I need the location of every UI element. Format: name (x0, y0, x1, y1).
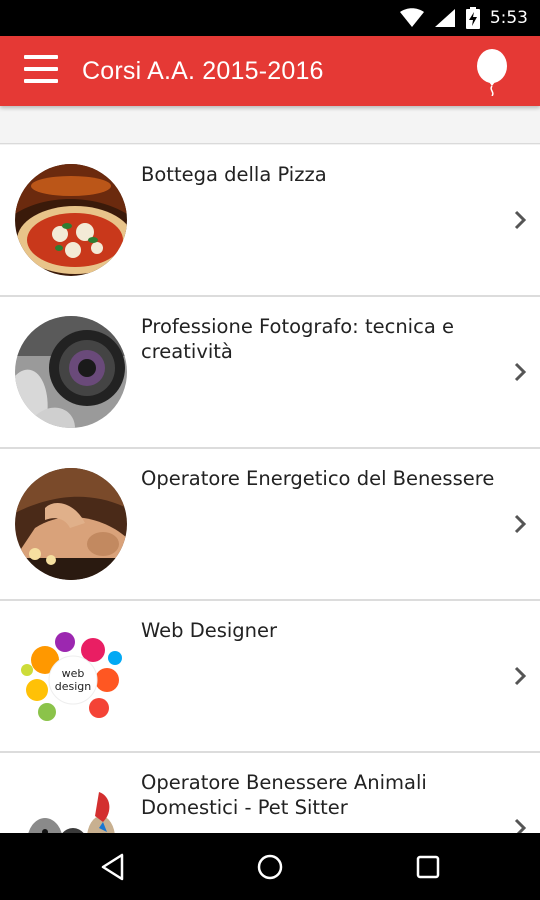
camera-thumbnail (15, 316, 127, 428)
status-icons: 5:53 (399, 0, 528, 36)
course-title: Operatore Benessere Animali Domestici - … (141, 771, 427, 819)
web-design-text-line2: design (55, 680, 92, 693)
balloon-icon[interactable] (474, 48, 510, 96)
navigation-bar (0, 833, 540, 900)
wifi-icon (399, 8, 424, 27)
list-item[interactable]: Operatore Energetico del Benessere (0, 449, 540, 601)
chevron-right-icon (514, 210, 527, 230)
course-title: Operatore Energetico del Benessere (141, 467, 495, 490)
signal-icon (434, 9, 455, 27)
chevron-right-icon (514, 362, 527, 382)
course-title: Professione Fotografo: tecnica e creativ… (141, 315, 454, 363)
web-design-thumbnail: web design (15, 620, 127, 732)
chevron-right-icon (514, 818, 527, 833)
status-bar: 5:53 (0, 0, 540, 36)
course-list: Bottega della Pizza Professione Fotograf… (0, 145, 540, 833)
course-title: Bottega della Pizza (141, 163, 327, 186)
web-design-text-line1: web (62, 667, 85, 680)
list-item[interactable]: Professione Fotografo: tecnica e creativ… (0, 297, 540, 449)
back-icon[interactable] (98, 851, 130, 883)
status-time: 5:53 (489, 8, 528, 28)
list-item[interactable]: Bottega della Pizza (0, 145, 540, 297)
app-bar-title: Corsi A.A. 2015-2016 (82, 57, 324, 85)
list-header-spacer (0, 106, 540, 144)
chevron-right-icon (514, 514, 527, 534)
list-item[interactable]: Operatore Benessere Animali Domestici - … (0, 753, 540, 833)
list-item[interactable]: web design Web Designer (0, 601, 540, 753)
home-icon[interactable] (254, 851, 286, 883)
chevron-right-icon (514, 666, 527, 686)
battery-charging-icon (465, 7, 480, 29)
pizza-thumbnail (15, 164, 127, 276)
app-bar: Corsi A.A. 2015-2016 (0, 36, 540, 106)
massage-thumbnail (15, 468, 127, 580)
hamburger-menu-icon[interactable] (24, 55, 60, 89)
pets-thumbnail (15, 772, 127, 833)
course-title: Web Designer (141, 619, 278, 642)
recents-icon[interactable] (412, 851, 444, 883)
